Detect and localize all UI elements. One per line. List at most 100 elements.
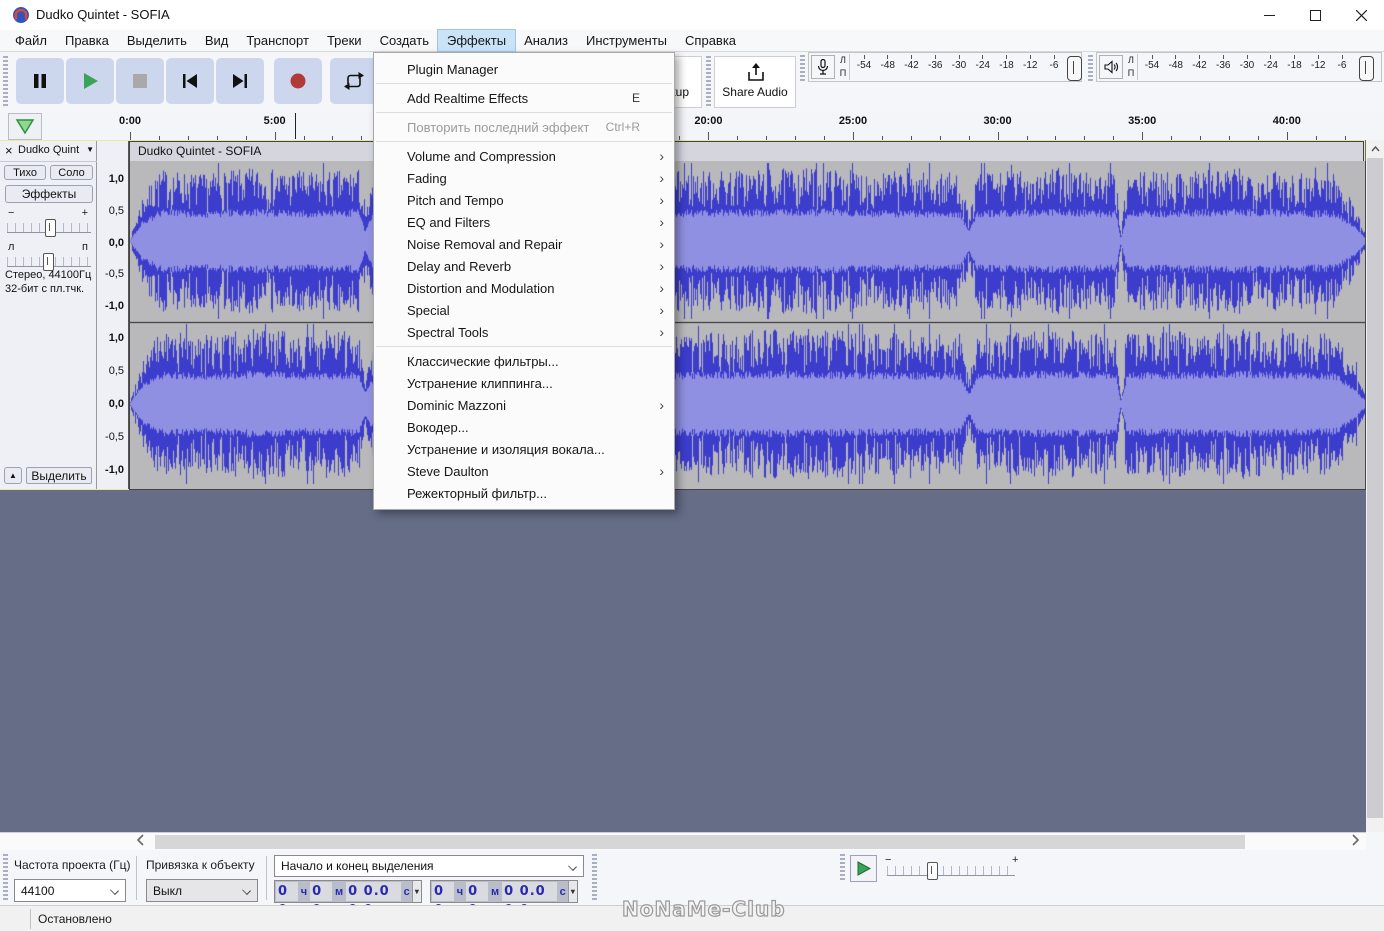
effects-menu-item[interactable]: EQ and Filters› — [374, 211, 674, 233]
track-close-button[interactable]: × — [5, 143, 13, 158]
effects-menu-item[interactable]: Устранение клиппинга... — [374, 372, 674, 394]
horizontal-scrollbar-thumb[interactable] — [155, 835, 1245, 849]
time-toolbar-grip[interactable] — [592, 854, 597, 901]
scroll-right-arrow-icon[interactable] — [1352, 834, 1359, 849]
skip-to-start-button[interactable] — [166, 58, 214, 104]
pan-slider[interactable] — [7, 257, 91, 267]
effects-menu-item[interactable]: Fading› — [374, 167, 674, 189]
effects-menu-item[interactable]: Вокодер... — [374, 416, 674, 438]
gain-slider[interactable] — [7, 223, 91, 233]
effects-menu-item[interactable]: Устранение и изоляция вокала... — [374, 438, 674, 460]
menu-item-9[interactable]: Инструменты — [577, 30, 676, 51]
vertical-scrollbar-thumb[interactable] — [1367, 158, 1383, 818]
menu-item-8[interactable]: Анализ — [515, 30, 577, 51]
effects-menu-item[interactable]: Distortion and Modulation› — [374, 277, 674, 299]
time-digits[interactable]: 0 0.0 0 0 — [346, 882, 400, 901]
mute-button[interactable]: Тихо — [4, 165, 46, 180]
project-rate-combo[interactable]: 44100 — [14, 879, 126, 902]
timeline-tick — [998, 132, 999, 140]
playback-volume-slider-thumb[interactable] — [1359, 56, 1374, 81]
effects-menu-item[interactable]: Volume and Compression› — [374, 145, 674, 167]
vertical-scale-ruler[interactable]: 1,00,50,0-0,5-1,01,00,50,0-0,5-1,0 — [97, 141, 129, 489]
effects-menu-item[interactable]: Noise Removal and Repair› — [374, 233, 674, 255]
menu-item-4[interactable]: Транспорт — [237, 30, 318, 51]
recording-meter-grip[interactable] — [800, 55, 805, 81]
menu-item-0[interactable]: Файл — [6, 30, 56, 51]
timeline-ruler[interactable]: 0:005:0010:0015:0020:0025:0030:0035:0040… — [0, 112, 1384, 141]
effects-menu-item[interactable]: Режекторный фильтр... — [374, 482, 674, 504]
time-digits[interactable]: 0 0 — [432, 882, 454, 901]
menu-item-10[interactable]: Справка — [676, 30, 745, 51]
pinned-play-head-icon — [15, 118, 35, 136]
pinned-play-head-button[interactable] — [8, 113, 42, 140]
effects-menu-item[interactable]: Special› — [374, 299, 674, 321]
menu-item-5[interactable]: Треки — [318, 30, 371, 51]
waveform[interactable] — [129, 161, 1366, 490]
effects-menu-item[interactable]: Delay and Reverb› — [374, 255, 674, 277]
stop-button[interactable] — [116, 58, 164, 104]
track-menu-dropdown-icon[interactable]: ▼ — [86, 145, 94, 154]
minimize-button[interactable] — [1246, 0, 1292, 30]
recording-meter[interactable]: Л П -54-48-42-36-30-24-18-12-6 — [808, 52, 1082, 82]
playback-meter-grip[interactable] — [1088, 55, 1093, 81]
audacity-logo-icon — [12, 6, 30, 24]
scroll-left-arrow-icon[interactable] — [137, 834, 144, 849]
scroll-up-arrow-icon[interactable] — [1366, 140, 1384, 158]
play-at-speed-button[interactable] — [850, 855, 877, 882]
menu-item-6[interactable]: Создать — [371, 30, 438, 51]
track-collapse-button[interactable]: ▲ — [4, 467, 22, 484]
play-button[interactable] — [66, 58, 114, 104]
playback-meter[interactable]: Л П -54-48-42-36-30-24-18-12-6 — [1096, 52, 1382, 82]
play-speed-slider-thumb[interactable] — [927, 862, 938, 880]
time-digits[interactable]: 0 0 — [276, 882, 298, 901]
skip-to-end-button[interactable] — [216, 58, 264, 104]
menu-item-7[interactable]: Эффекты — [438, 30, 515, 51]
track-select-button[interactable]: Выделить — [26, 467, 92, 484]
close-button[interactable] — [1338, 0, 1384, 30]
time-format-dropdown[interactable]: ▾ — [568, 881, 577, 902]
time-digits[interactable]: 0 0 — [310, 882, 332, 901]
menu-item-1[interactable]: Правка — [56, 30, 118, 51]
record-meter-mic-button[interactable] — [811, 55, 835, 79]
horizontal-scrollbar[interactable] — [0, 832, 1366, 851]
effects-menu-item[interactable]: Классические фильтры... — [374, 350, 674, 372]
effects-menu-item[interactable]: Spectral Tools› — [374, 321, 674, 343]
effects-menu-item[interactable]: Plugin Manager — [374, 58, 674, 80]
effects-menu-item[interactable]: Add Realtime EffectsE — [374, 87, 674, 109]
share-audio-button[interactable]: Share Audio — [714, 56, 796, 108]
transport-toolbar-grip[interactable] — [3, 56, 8, 108]
effects-menu-item[interactable]: Pitch and Tempo› — [374, 189, 674, 211]
effects-menu-item[interactable]: Повторить последний эффектCtrl+R — [374, 116, 674, 138]
share-toolbar-grip[interactable] — [706, 56, 711, 108]
effects-menu-item[interactable]: Steve Daulton› — [374, 460, 674, 482]
track-effects-button[interactable]: Эффекты — [5, 185, 93, 203]
record-button[interactable] — [274, 58, 322, 104]
menu-item-3[interactable]: Вид — [196, 30, 238, 51]
effects-menu-item[interactable]: Dominic Mazzoni› — [374, 394, 674, 416]
pause-button[interactable] — [16, 58, 64, 104]
selection-toolbar-grip[interactable] — [3, 854, 8, 901]
gain-slider-thumb[interactable] — [45, 219, 56, 237]
record-volume-slider-thumb[interactable] — [1067, 56, 1082, 81]
selection-end-time-field[interactable]: 0 0ч0 0м0 0.0 0 0с▾ — [430, 880, 578, 903]
audio-clip[interactable]: Dudko Quintet - SOFIA — [129, 141, 1364, 489]
loop-button[interactable] — [330, 58, 378, 104]
time-format-dropdown[interactable]: ▾ — [412, 881, 421, 902]
track-name[interactable]: Dudko Quint — [18, 144, 79, 156]
time-digits[interactable]: 0 0.0 0 0 — [502, 882, 556, 901]
menu-item-2[interactable]: Выделить — [118, 30, 196, 51]
play-at-speed-grip[interactable] — [840, 854, 845, 880]
play-speed-slider[interactable] — [887, 866, 1015, 876]
scale-value: 0,5 — [109, 365, 124, 377]
time-digits[interactable]: 0 0 — [466, 882, 488, 901]
solo-button[interactable]: Соло — [50, 165, 93, 180]
maximize-button[interactable] — [1292, 0, 1338, 30]
meter-scale-mark: -36 — [1212, 55, 1234, 81]
playback-meter-speaker-button[interactable] — [1099, 55, 1123, 79]
clip-title[interactable]: Dudko Quintet - SOFIA — [129, 141, 1364, 161]
vertical-scrollbar[interactable] — [1366, 140, 1384, 832]
gain-plus-label: + — [82, 207, 88, 219]
selection-start-time-field[interactable]: 0 0ч0 0м0 0.0 0 0с▾ — [274, 880, 422, 903]
selection-mode-combo[interactable]: Начало и конец выделения — [274, 855, 584, 877]
snap-to-combo[interactable]: Выкл — [146, 879, 258, 902]
